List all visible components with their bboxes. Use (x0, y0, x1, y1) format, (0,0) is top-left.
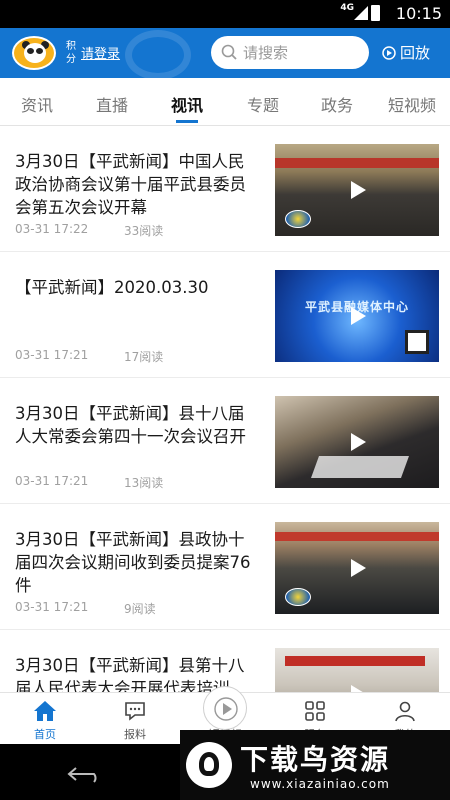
qr-code (405, 330, 429, 354)
news-reads: 33阅读 (124, 224, 164, 238)
play-icon (351, 433, 366, 451)
replay-button[interactable]: 回放 (382, 42, 430, 63)
news-time: 03-31 17:22 (15, 222, 89, 236)
category-tabs: 资讯 直播 视讯 专题 政务 短视频 (0, 78, 450, 126)
play-icon (351, 307, 366, 325)
network-indicator: 4G (340, 3, 354, 13)
nav-label: 首页 (34, 728, 56, 741)
list-item[interactable]: 3月30日【平武新闻】中国人民政治协商会议第十届平武县委员会第五次会议开幕 03… (0, 126, 450, 252)
tv-station-badge (285, 210, 311, 228)
search-input[interactable] (243, 42, 359, 63)
news-title: 3月30日【平武新闻】县十八届人大常委会第四十一次会议召开 (15, 404, 246, 446)
news-thumbnail[interactable] (275, 648, 439, 692)
news-title: 3月30日【平武新闻】县政协十届四次会议期间收到委员提案76件 (15, 530, 251, 595)
short-video-center-button[interactable] (203, 686, 247, 730)
play-icon (351, 181, 366, 199)
user-icon (395, 701, 415, 722)
nav-report[interactable]: 报料 (90, 693, 180, 745)
chat-icon (125, 702, 145, 721)
replay-icon (382, 45, 396, 60)
back-icon[interactable] (66, 764, 106, 784)
search-icon (221, 44, 237, 60)
app-header: 积分 请登录 回放 (0, 28, 450, 78)
search-box[interactable] (211, 36, 369, 69)
news-thumbnail[interactable] (275, 396, 439, 488)
bird-logo-icon (186, 742, 232, 788)
list-item[interactable]: 【平武新闻】2020.03.30 03-31 17:21 17阅读 平武县融媒体… (0, 252, 450, 378)
nav-label: 报料 (124, 728, 146, 741)
news-thumbnail[interactable] (275, 144, 439, 236)
replay-label: 回放 (400, 44, 431, 62)
status-bar: 4G 10:15 (0, 0, 450, 28)
active-tab-indicator (176, 120, 198, 123)
news-reads: 17阅读 (124, 350, 164, 364)
news-title: 【平武新闻】2020.03.30 (15, 278, 209, 297)
tv-station-badge (285, 588, 311, 606)
grid-icon (305, 701, 325, 721)
header-background-mark (125, 30, 191, 78)
news-list: 3月30日【平武新闻】中国人民政治协商会议第十届平武县委员会第五次会议开幕 03… (0, 126, 450, 692)
home-icon (34, 701, 56, 721)
list-item[interactable]: 3月30日【平武新闻】县十八届人大常委会第四十一次会议召开 03-31 17:2… (0, 378, 450, 504)
news-time: 03-31 17:21 (15, 348, 89, 362)
watermark-url: www.xiazainiao.com (250, 777, 390, 791)
list-item[interactable]: 3月30日【平武新闻】县第十八届人民代表大会开展代表培训 (0, 630, 450, 692)
play-circle-icon (214, 697, 238, 721)
news-title: 3月30日【平武新闻】中国人民政治协商会议第十届平武县委员会第五次会议开幕 (15, 152, 246, 217)
tab-live[interactable]: 直播 (96, 92, 128, 116)
points-label: 积分 (66, 41, 76, 65)
play-icon (351, 559, 366, 577)
tab-short-video[interactable]: 短视频 (388, 92, 436, 116)
news-reads: 13阅读 (124, 476, 164, 490)
tab-topics[interactable]: 专题 (247, 92, 279, 116)
play-icon (351, 685, 363, 692)
battery-icon (371, 5, 380, 21)
signal-icon (354, 6, 368, 20)
watermark: 下载鸟资源 www.xiazainiao.com (180, 730, 450, 800)
nav-home[interactable]: 首页 (0, 693, 90, 745)
news-reads: 9阅读 (124, 602, 156, 616)
news-time: 03-31 17:21 (15, 600, 89, 614)
news-thumbnail[interactable]: 平武县融媒体中心 (275, 270, 439, 362)
panda-logo-avatar[interactable] (12, 36, 56, 70)
clock: 10:15 (395, 4, 442, 23)
watermark-title: 下载鸟资源 (240, 743, 391, 776)
tab-video[interactable]: 视讯 (171, 92, 203, 116)
tab-government[interactable]: 政务 (321, 92, 353, 116)
news-thumbnail[interactable] (275, 522, 439, 614)
news-time: 03-31 17:21 (15, 474, 89, 488)
tab-news[interactable]: 资讯 (21, 92, 53, 116)
list-item[interactable]: 3月30日【平武新闻】县政协十届四次会议期间收到委员提案76件 03-31 17… (0, 504, 450, 630)
login-link[interactable]: 请登录 (81, 43, 120, 62)
